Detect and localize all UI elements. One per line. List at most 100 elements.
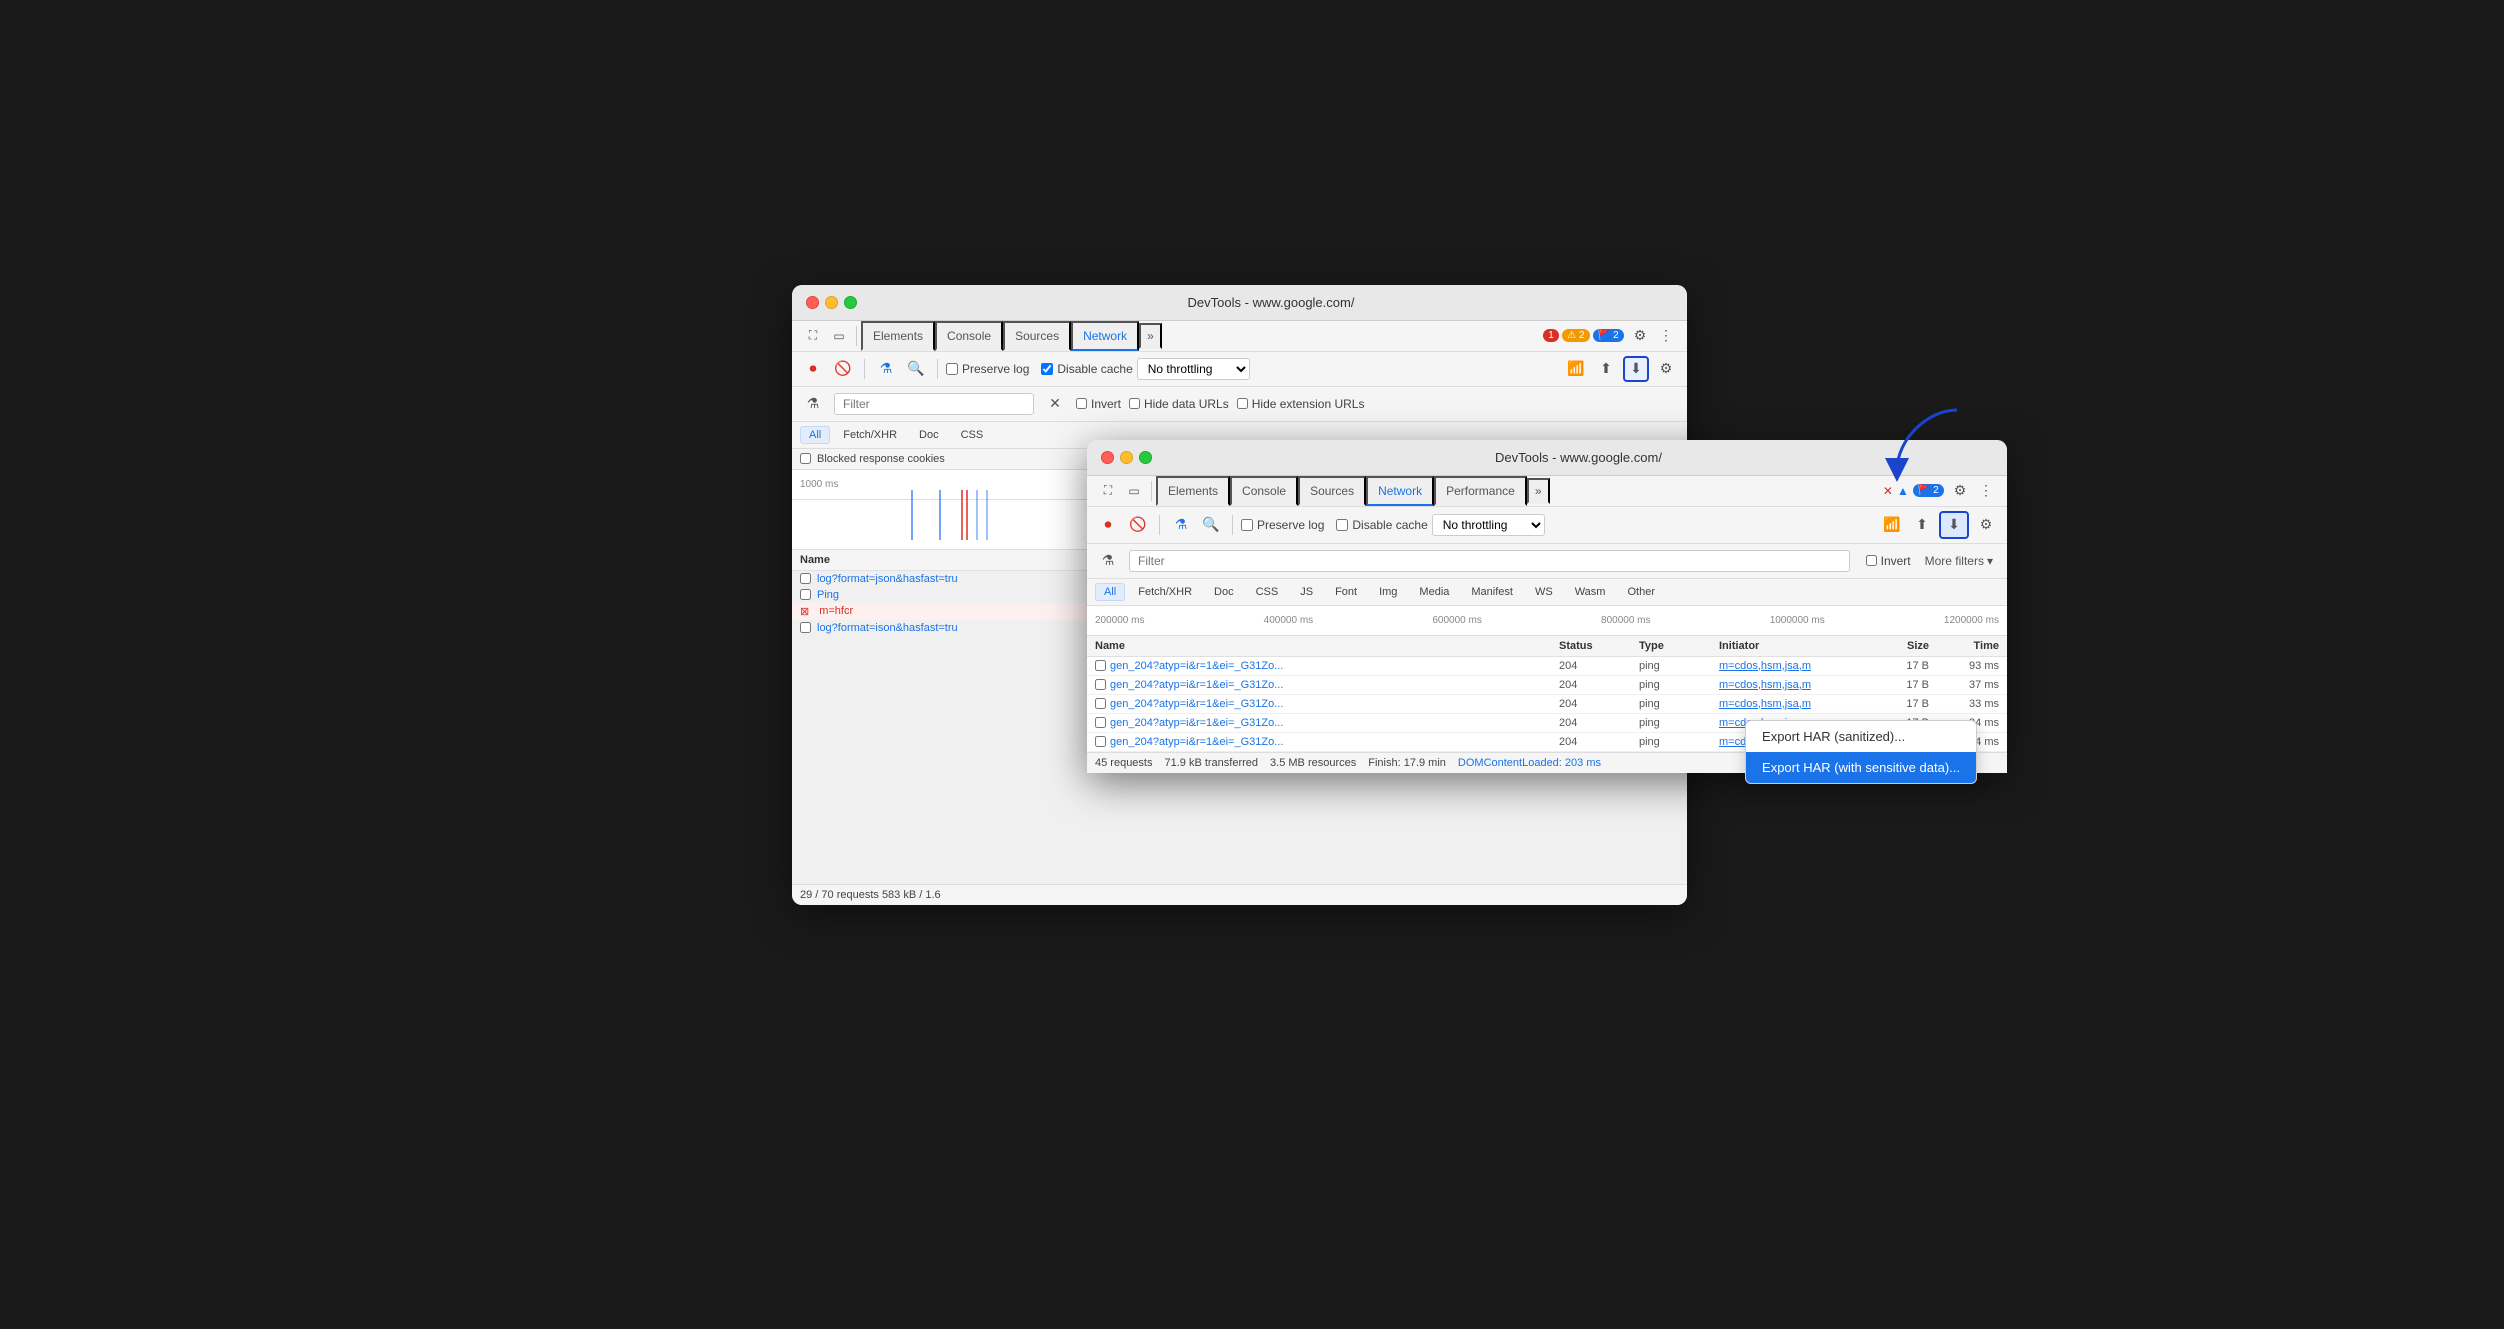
- fg-filter-input[interactable]: [1129, 550, 1850, 572]
- fg-type-doc[interactable]: Doc: [1205, 583, 1243, 601]
- bg-type-css[interactable]: CSS: [952, 426, 993, 444]
- fg-tab-elements[interactable]: Elements: [1156, 476, 1230, 506]
- bg-type-all[interactable]: All: [800, 426, 830, 444]
- fg-type-media[interactable]: Media: [1410, 583, 1458, 601]
- bg-tab-sources[interactable]: Sources: [1003, 321, 1071, 351]
- bg-more-icon[interactable]: ⋮: [1653, 323, 1679, 349]
- fg-invert-label[interactable]: Invert: [1866, 554, 1911, 568]
- bg-invert-label[interactable]: Invert: [1076, 397, 1121, 411]
- bg-disable-cache-label[interactable]: Disable cache: [1041, 362, 1132, 376]
- fg-dom-loaded[interactable]: DOMContentLoaded: 203 ms: [1458, 757, 1601, 769]
- fg-row2-initiator[interactable]: m=cdos,hsm,jsa,m: [1719, 698, 1859, 710]
- fg-clear-icon[interactable]: 🚫: [1125, 512, 1151, 538]
- bg-hide-ext-checkbox[interactable]: [1237, 398, 1248, 409]
- bg-row1-checkbox[interactable]: [800, 589, 811, 600]
- bg-tab-console[interactable]: Console: [935, 321, 1003, 351]
- bg-upload-icon[interactable]: ⬆: [1593, 356, 1619, 382]
- fg-preserve-log-checkbox[interactable]: [1241, 519, 1253, 531]
- fg-col-name[interactable]: Name: [1095, 640, 1559, 652]
- bg-close-button[interactable]: [806, 296, 819, 309]
- bg-tab-elements[interactable]: Elements: [861, 321, 935, 351]
- bg-maximize-button[interactable]: [844, 296, 857, 309]
- fg-more-filters-button[interactable]: More filters ▾: [1919, 551, 1999, 571]
- fg-minimize-button[interactable]: [1120, 451, 1133, 464]
- fg-cursor-icon[interactable]: ⛶: [1095, 478, 1121, 504]
- fg-type-other[interactable]: Other: [1618, 583, 1664, 601]
- fg-download-button[interactable]: ⬇: [1941, 512, 1967, 538]
- fg-col-type[interactable]: Type: [1639, 640, 1719, 652]
- fg-tab-console[interactable]: Console: [1230, 476, 1298, 506]
- fg-table-row-0[interactable]: gen_204?atyp=i&r=1&ei=_G31Zo... 204 ping…: [1087, 657, 2007, 676]
- fg-network-settings-icon[interactable]: ⚙: [1973, 512, 1999, 538]
- fg-type-img[interactable]: Img: [1370, 583, 1406, 601]
- bg-blocked-checkbox[interactable]: [800, 453, 811, 464]
- fg-col-size[interactable]: Size: [1859, 640, 1929, 652]
- fg-table-row-2[interactable]: gen_204?atyp=i&r=1&ei=_G31Zo... 204 ping…: [1087, 695, 2007, 714]
- fg-row2-checkbox[interactable]: [1095, 698, 1106, 709]
- bg-wifi-icon[interactable]: 📶: [1563, 356, 1589, 382]
- fg-row0-initiator[interactable]: m=cdos,hsm,jsa,m: [1719, 660, 1859, 672]
- fg-row3-checkbox[interactable]: [1095, 717, 1106, 728]
- bg-download-button[interactable]: ⬇: [1623, 356, 1649, 382]
- fg-disable-cache-label[interactable]: Disable cache: [1336, 518, 1427, 532]
- fg-type-all[interactable]: All: [1095, 583, 1125, 601]
- bg-clear-icon[interactable]: 🚫: [830, 356, 856, 382]
- bg-preserve-log-checkbox[interactable]: [946, 363, 958, 375]
- fg-search-icon[interactable]: 🔍: [1198, 512, 1224, 538]
- fg-more-icon[interactable]: ⋮: [1973, 478, 1999, 504]
- fg-type-js[interactable]: JS: [1291, 583, 1322, 601]
- fg-invert-checkbox[interactable]: [1866, 555, 1877, 566]
- bg-row0-checkbox[interactable]: [800, 573, 811, 584]
- bg-disable-cache-checkbox[interactable]: [1041, 363, 1053, 375]
- fg-table-row-1[interactable]: gen_204?atyp=i&r=1&ei=_G31Zo... 204 ping…: [1087, 676, 2007, 695]
- fg-row4-checkbox[interactable]: [1095, 736, 1106, 747]
- fg-close-button[interactable]: [1101, 451, 1114, 464]
- bg-search-icon[interactable]: 🔍: [903, 356, 929, 382]
- bg-invert-checkbox[interactable]: [1076, 398, 1087, 409]
- bg-tab-more[interactable]: »: [1139, 323, 1162, 349]
- fg-tab-more[interactable]: »: [1527, 478, 1550, 504]
- bg-stop-recording-icon[interactable]: ⏺: [800, 356, 826, 382]
- bg-filter-toggle-icon[interactable]: ⚗: [800, 391, 826, 417]
- fg-row1-checkbox[interactable]: [1095, 679, 1106, 690]
- fg-type-manifest[interactable]: Manifest: [1462, 583, 1522, 601]
- fg-type-font[interactable]: Font: [1326, 583, 1366, 601]
- bg-cursor-icon[interactable]: ⛶: [800, 323, 826, 349]
- fg-maximize-button[interactable]: [1139, 451, 1152, 464]
- bg-type-doc[interactable]: Doc: [910, 426, 948, 444]
- fg-wifi-icon[interactable]: 📶: [1879, 512, 1905, 538]
- fg-tab-performance[interactable]: Performance: [1434, 476, 1527, 506]
- bg-type-fetch[interactable]: Fetch/XHR: [834, 426, 906, 444]
- bg-row3-checkbox[interactable]: [800, 622, 811, 633]
- fg-device-icon[interactable]: ▭: [1121, 478, 1147, 504]
- fg-settings-icon[interactable]: ⚙: [1947, 478, 1973, 504]
- bg-hide-ext-label[interactable]: Hide extension URLs: [1237, 397, 1365, 411]
- fg-preserve-log-label[interactable]: Preserve log: [1241, 518, 1324, 532]
- fg-col-time[interactable]: Time: [1929, 640, 1999, 652]
- bg-minimize-button[interactable]: [825, 296, 838, 309]
- fg-filter-toggle-icon[interactable]: ⚗: [1095, 548, 1121, 574]
- bg-throttle-select[interactable]: No throttling: [1137, 358, 1250, 380]
- fg-col-status[interactable]: Status: [1559, 640, 1639, 652]
- bg-filter-input[interactable]: [834, 393, 1034, 415]
- bg-settings-icon[interactable]: ⚙: [1627, 323, 1653, 349]
- fg-type-wasm[interactable]: Wasm: [1566, 583, 1615, 601]
- bg-hide-data-checkbox[interactable]: [1129, 398, 1140, 409]
- fg-export-sanitized[interactable]: Export HAR (sanitized)...: [1746, 721, 1976, 752]
- fg-row1-initiator[interactable]: m=cdos,hsm,jsa,m: [1719, 679, 1859, 691]
- bg-hide-data-label[interactable]: Hide data URLs: [1129, 397, 1229, 411]
- fg-filter-icon[interactable]: ⚗: [1168, 512, 1194, 538]
- fg-tab-sources[interactable]: Sources: [1298, 476, 1366, 506]
- fg-throttle-select[interactable]: No throttling: [1432, 514, 1545, 536]
- bg-network-settings-icon[interactable]: ⚙: [1653, 356, 1679, 382]
- fg-type-fetch[interactable]: Fetch/XHR: [1129, 583, 1201, 601]
- fg-type-ws[interactable]: WS: [1526, 583, 1562, 601]
- bg-device-icon[interactable]: ▭: [826, 323, 852, 349]
- fg-stop-recording-icon[interactable]: ⏺: [1095, 512, 1121, 538]
- bg-filter-icon[interactable]: ⚗: [873, 356, 899, 382]
- fg-tab-network[interactable]: Network: [1366, 476, 1434, 506]
- fg-export-sensitive[interactable]: Export HAR (with sensitive data)...: [1746, 752, 1976, 783]
- bg-tab-network[interactable]: Network: [1071, 321, 1139, 351]
- bg-filter-clear-icon[interactable]: ✕: [1042, 391, 1068, 417]
- fg-upload-icon[interactable]: ⬆: [1909, 512, 1935, 538]
